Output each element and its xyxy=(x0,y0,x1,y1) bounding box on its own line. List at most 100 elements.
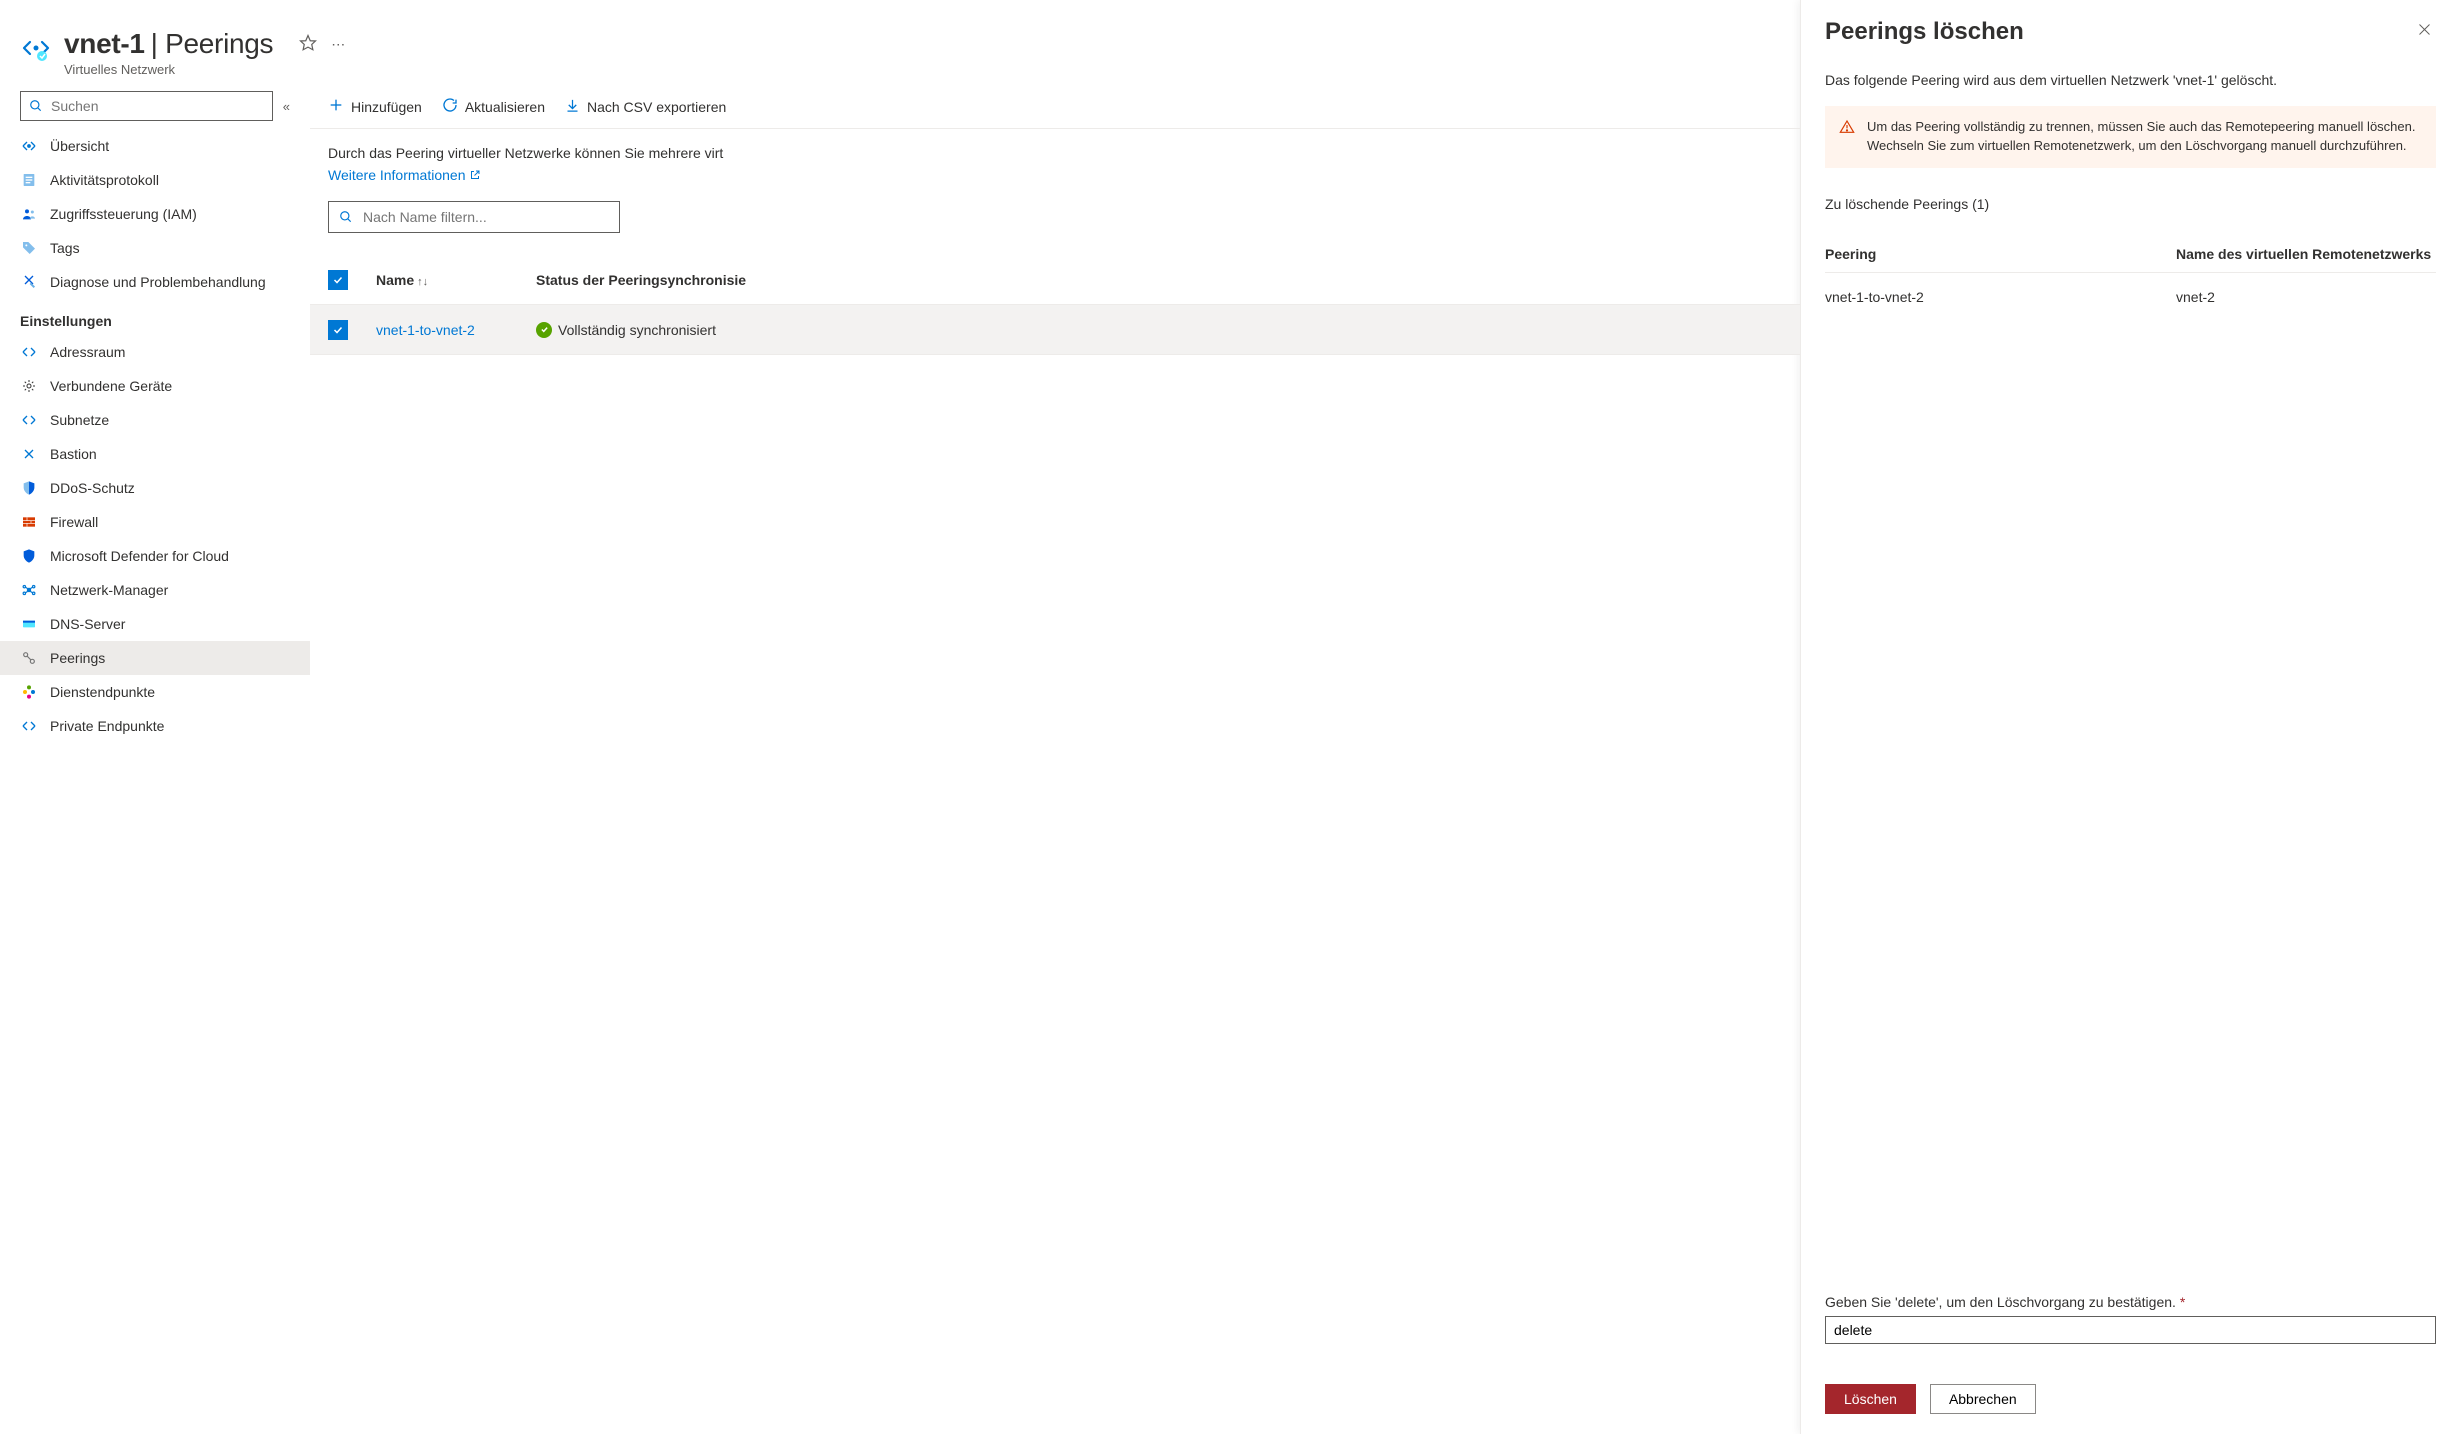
row-checkbox[interactable] xyxy=(328,320,348,340)
nav-label: Peerings xyxy=(50,650,105,666)
column-name-header[interactable]: Name↑↓ xyxy=(376,272,536,288)
page-title: vnet-1 | Peerings xyxy=(64,28,273,60)
peering-link[interactable]: vnet-1-to-vnet-2 xyxy=(376,322,475,338)
nav-section-settings: Einstellungen xyxy=(0,299,310,335)
panel-remote-name: vnet-2 xyxy=(2176,289,2436,305)
nav-icon xyxy=(20,479,38,497)
sidebar-item[interactable]: Übersicht xyxy=(0,129,310,163)
required-star: * xyxy=(2180,1294,2185,1310)
table-row[interactable]: vnet-1-to-vnet-2 Vollständig synchronisie… xyxy=(310,305,1800,355)
nav-icon xyxy=(20,649,38,667)
sidebar-item[interactable]: Subnetze xyxy=(0,403,310,437)
nav-label: Private Endpunkte xyxy=(50,718,164,734)
nav-icon xyxy=(20,171,38,189)
nav-icon xyxy=(20,547,38,565)
sidebar-search[interactable] xyxy=(20,91,273,121)
sidebar-item[interactable]: Diagnose und Problembehandlung xyxy=(0,265,310,299)
nav-label: Microsoft Defender for Cloud xyxy=(50,548,229,564)
nav-label: Adressraum xyxy=(50,344,125,360)
nav-label: DDoS-Schutz xyxy=(50,480,135,496)
add-button[interactable]: Hinzufügen xyxy=(328,97,422,116)
sidebar-item[interactable]: Bastion xyxy=(0,437,310,471)
toolbar: Hinzufügen Aktualisieren Nach CSV export… xyxy=(310,85,1800,129)
delete-button[interactable]: Löschen xyxy=(1825,1384,1916,1414)
nav-icon xyxy=(20,205,38,223)
nav-icon xyxy=(20,377,38,395)
status-cell: Vollständig synchronisiert xyxy=(536,322,1782,338)
panel-table-header: Peering Name des virtuellen Remotenetzwe… xyxy=(1825,236,2436,273)
export-csv-button[interactable]: Nach CSV exportieren xyxy=(565,98,726,116)
cancel-button[interactable]: Abbrechen xyxy=(1930,1384,2036,1414)
sidebar-item[interactable]: Firewall xyxy=(0,505,310,539)
nav-icon xyxy=(20,137,38,155)
confirm-label: Geben Sie 'delete', um den Löschvorgang … xyxy=(1825,1294,2436,1310)
search-icon xyxy=(339,210,353,224)
nav-label: Aktivitätsprotokoll xyxy=(50,172,159,188)
sidebar-item[interactable]: Microsoft Defender for Cloud xyxy=(0,539,310,573)
nav-label: Tags xyxy=(50,240,80,256)
warning-banner: Um das Peering vollständig zu trennen, m… xyxy=(1825,106,2436,168)
confirm-delete-input[interactable] xyxy=(1825,1316,2436,1344)
nav-icon xyxy=(20,717,38,735)
nav-icon xyxy=(20,411,38,429)
nav-icon xyxy=(20,615,38,633)
nav-icon xyxy=(20,239,38,257)
delete-peerings-panel: Peerings löschen Das folgende Peering wi… xyxy=(1800,0,2460,1434)
page-header: vnet-1 | Peerings Virtuelles Netzwerk ⋯ xyxy=(0,0,1800,85)
sidebar-item[interactable]: Tags xyxy=(0,231,310,265)
filter-box[interactable] xyxy=(328,201,620,233)
panel-title: Peerings löschen xyxy=(1825,18,2024,46)
sidebar-item[interactable]: Netzwerk-Manager xyxy=(0,573,310,607)
sidebar-item[interactable]: Dienstendpunkte xyxy=(0,675,310,709)
nav-label: Diagnose und Problembehandlung xyxy=(50,274,266,290)
warning-text: Um das Peering vollständig zu trennen, m… xyxy=(1867,118,2422,156)
column-status-header[interactable]: Status der Peeringsynchronisie xyxy=(536,272,1782,288)
nav-icon xyxy=(20,581,38,599)
nav-icon xyxy=(20,445,38,463)
refresh-icon xyxy=(442,97,458,116)
sidebar-item[interactable]: Aktivitätsprotokoll xyxy=(0,163,310,197)
nav-label: Verbundene Geräte xyxy=(50,378,172,394)
success-icon xyxy=(536,322,552,338)
sidebar-item[interactable]: DNS-Server xyxy=(0,607,310,641)
external-link-icon xyxy=(469,169,481,181)
sidebar-item[interactable]: Private Endpunkte xyxy=(0,709,310,743)
learn-more-link[interactable]: Weitere Informationen xyxy=(310,165,499,195)
nav-icon xyxy=(20,683,38,701)
panel-peering-name: vnet-1-to-vnet-2 xyxy=(1825,289,2176,305)
nav-label: Bastion xyxy=(50,446,97,462)
main-content: Hinzufügen Aktualisieren Nach CSV export… xyxy=(310,85,1800,1434)
close-panel-icon[interactable] xyxy=(2413,18,2436,46)
search-icon xyxy=(29,99,43,113)
nav-label: Subnetze xyxy=(50,412,109,428)
sidebar-item[interactable]: Verbundene Geräte xyxy=(0,369,310,403)
sidebar: « Übersicht Aktivitätsprotokoll Zugriffsst… xyxy=(0,85,310,1434)
warning-icon xyxy=(1839,119,1855,156)
panel-table-row: vnet-1-to-vnet-2vnet-2 xyxy=(1825,273,2436,315)
nav-label: Zugriffssteuerung (IAM) xyxy=(50,206,197,222)
description-text: Durch das Peering virtueller Netzwerke k… xyxy=(310,129,1800,165)
nav-icon xyxy=(20,343,38,361)
panel-col-remote: Name des virtuellen Remotenetzwerks xyxy=(2176,246,2436,262)
sidebar-item[interactable]: DDoS-Schutz xyxy=(0,471,310,505)
filter-input[interactable] xyxy=(363,209,609,225)
sidebar-search-input[interactable] xyxy=(51,98,264,114)
resource-type: Virtuelles Netzwerk xyxy=(64,62,273,77)
sidebar-item[interactable]: Adressraum xyxy=(0,335,310,369)
to-delete-heading: Zu löschende Peerings (1) xyxy=(1825,196,2436,212)
collapse-sidebar-icon[interactable]: « xyxy=(283,99,290,114)
nav-label: DNS-Server xyxy=(50,616,125,632)
nav-icon xyxy=(20,273,38,291)
more-icon[interactable]: ⋯ xyxy=(331,36,345,53)
refresh-button[interactable]: Aktualisieren xyxy=(442,97,545,116)
favorite-star-icon[interactable] xyxy=(299,34,317,55)
sidebar-item[interactable]: Peerings xyxy=(0,641,310,675)
nav-label: Netzwerk-Manager xyxy=(50,582,168,598)
sidebar-item[interactable]: Zugriffssteuerung (IAM) xyxy=(0,197,310,231)
peerings-table: Name↑↓ Status der Peeringsynchronisie vn… xyxy=(310,255,1800,355)
select-all-checkbox[interactable] xyxy=(328,270,348,290)
nav-label: Firewall xyxy=(50,514,98,530)
nav-label: Übersicht xyxy=(50,138,109,154)
vnet-icon xyxy=(20,32,52,64)
panel-col-peering: Peering xyxy=(1825,246,2176,262)
